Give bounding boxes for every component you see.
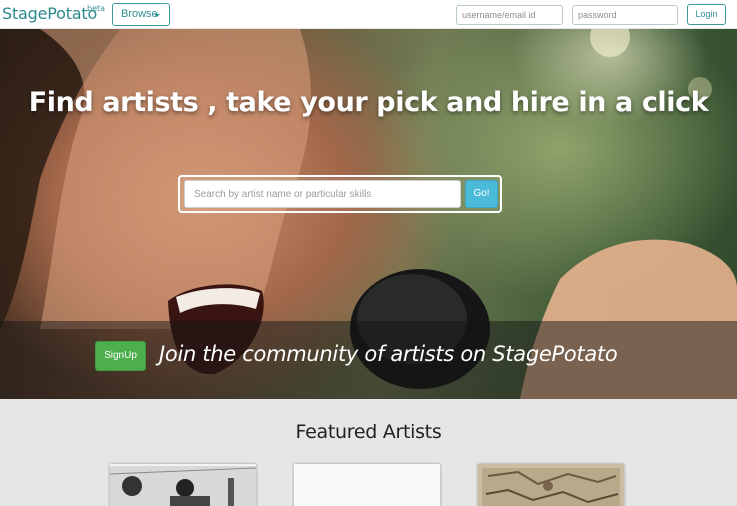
browse-dropdown-button[interactable]: Browse xyxy=(112,3,170,26)
featured-artist-card[interactable] xyxy=(110,464,256,506)
top-navbar: StagePotato beta Browse Login xyxy=(0,0,737,29)
hero-banner: Find artists , take your pick and hire i… xyxy=(0,29,737,399)
login-button[interactable]: Login xyxy=(687,4,726,25)
join-community-band: SignUp Join the community of artists on … xyxy=(0,321,737,399)
artist-photo xyxy=(110,464,256,506)
featured-artists-section: Featured Artists xyxy=(0,399,737,506)
featured-artists-heading: Featured Artists xyxy=(295,421,442,443)
brand-name: StagePotato xyxy=(2,4,98,23)
brand-logo[interactable]: StagePotato xyxy=(2,3,97,25)
caret-down-icon xyxy=(154,14,160,17)
featured-artist-card[interactable] xyxy=(478,464,624,506)
beta-badge: beta xyxy=(87,4,106,13)
signup-button[interactable]: SignUp xyxy=(95,341,146,371)
browse-label: Browse xyxy=(121,8,158,20)
password-input[interactable] xyxy=(572,5,678,25)
featured-artist-card[interactable] xyxy=(294,464,440,506)
artist-search-input[interactable] xyxy=(184,180,461,208)
artist-photo xyxy=(478,464,624,506)
join-community-text: Join the community of artists on StagePo… xyxy=(159,342,618,366)
hero-headline: Find artists , take your pick and hire i… xyxy=(28,87,709,118)
artist-search-bar: Go! xyxy=(178,175,502,213)
username-input[interactable] xyxy=(456,5,563,25)
artist-photo xyxy=(294,464,440,506)
search-go-button[interactable]: Go! xyxy=(465,180,498,208)
